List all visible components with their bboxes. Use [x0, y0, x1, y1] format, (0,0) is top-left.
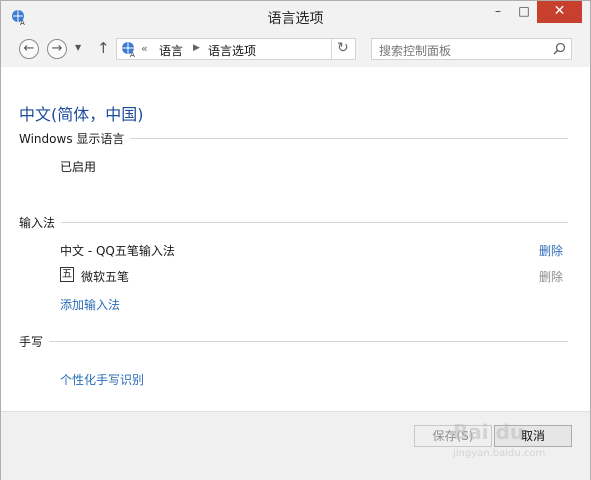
input-method-ms-wubi: 微软五笔: [81, 270, 130, 284]
remove-ms-wubi-link: 删除: [539, 270, 564, 284]
address-divider: [331, 39, 332, 59]
refresh-icon[interactable]: ↻: [337, 40, 349, 56]
divider: [19, 341, 568, 342]
handwriting-heading: 手写: [19, 333, 50, 350]
breadcrumb-language-options[interactable]: 语言选项: [208, 42, 256, 59]
display-language-status: 已启用: [60, 160, 97, 174]
search-icon[interactable]: [553, 42, 566, 55]
input-methods-heading: 输入法: [19, 214, 62, 231]
display-language-heading: Windows 显示语言: [19, 130, 131, 147]
language-globe-icon: A: [122, 42, 135, 57]
divider: [19, 222, 568, 223]
svg-text:A: A: [130, 51, 135, 57]
add-input-method-link[interactable]: 添加输入法: [60, 296, 120, 313]
address-bar[interactable]: A « 语言 ▶ 语言选项 ↻: [116, 38, 356, 60]
minimize-button[interactable]: –: [485, 1, 511, 23]
close-button[interactable]: ✕: [537, 1, 582, 23]
wubi-ime-icon: 五: [60, 267, 74, 282]
language-options-window: A 语言选项 – □ ✕ ← → ▼ ↑ A « 语言 ▶ 语言选项 ↻ 搜索控…: [0, 0, 591, 480]
personalize-handwriting-link[interactable]: 个性化手写识别: [60, 371, 144, 388]
cancel-button[interactable]: 取消: [494, 425, 572, 447]
forward-arrow-icon[interactable]: →: [47, 39, 67, 59]
navigation-bar: ← → ▼ ↑ A « 语言 ▶ 语言选项 ↻ 搜索控制面板: [1, 32, 590, 66]
recent-pages-dropdown-icon[interactable]: ▼: [75, 43, 81, 52]
search-input[interactable]: 搜索控制面板: [379, 42, 451, 59]
save-button[interactable]: 保存(S): [414, 425, 492, 447]
maximize-button[interactable]: □: [511, 1, 537, 23]
input-method-qq-wubi: 中文 - QQ五笔输入法: [60, 244, 175, 258]
main-content: 中文(简体，中国) Windows 显示语言 已启用 输入法 中文 - QQ五笔…: [1, 67, 590, 411]
back-arrow-icon[interactable]: ←: [19, 39, 39, 59]
breadcrumb-overflow-icon[interactable]: «: [141, 42, 148, 55]
title-bar[interactable]: A 语言选项 – □ ✕: [1, 1, 590, 32]
remove-qq-wubi-link[interactable]: 删除: [539, 242, 563, 259]
up-arrow-icon[interactable]: ↑: [97, 39, 110, 57]
breadcrumb-separator-icon[interactable]: ▶: [193, 43, 200, 53]
breadcrumb-language[interactable]: 语言: [159, 42, 183, 59]
footer: 保存(S) 取消: [1, 411, 590, 480]
search-box[interactable]: 搜索控制面板: [371, 38, 572, 60]
language-title: 中文(简体，中国): [19, 105, 144, 124]
